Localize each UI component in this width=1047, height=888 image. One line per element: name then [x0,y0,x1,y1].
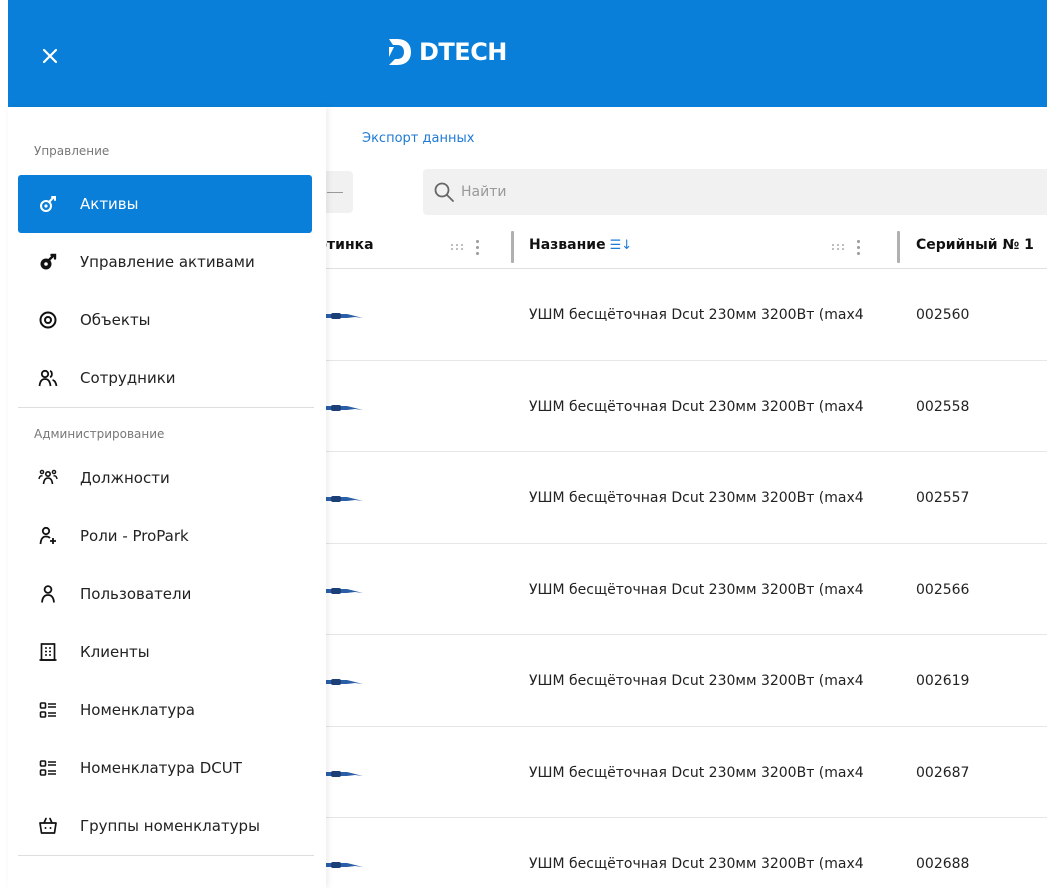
search-bar[interactable] [423,169,1047,215]
brand-name: DTECH [419,38,507,66]
column-name-controls [832,235,860,259]
menu-item-users[interactable]: Пользователи [8,565,326,623]
table-row[interactable]: УШМ бесщёточная Dcut 230мм 3200Вт (max4 … [305,361,1047,452]
grinder-thumbnail-icon [325,587,363,594]
menu-item-nomenclature-dcut[interactable]: Номенклатура DCUT [8,739,326,797]
menu-item-nomenclature[interactable]: Номенклатура [8,681,326,739]
menu-item-label: Должности [80,469,170,487]
dtech-logo-icon [389,39,411,65]
column-name-label: Название [529,237,606,253]
table-row[interactable]: УШМ бесщёточная Dcut 230мм 3200Вт (max4 … [305,727,1047,818]
close-icon [42,48,58,64]
menu-item-asset-management[interactable]: Управление активами [8,233,326,291]
roles-icon [38,526,58,546]
user-icon [38,584,58,604]
column-menu-icon[interactable] [475,239,479,255]
close-menu-button[interactable] [36,42,64,70]
table-row[interactable]: УШМ бесщёточная Dcut 230мм 3200Вт (max4 … [305,818,1047,888]
table-row[interactable]: УШМ бесщёточная Dcut 230мм 3200Вт (max4 … [305,452,1047,544]
section-title-admin: Администрирование [34,427,165,441]
menu-item-assets[interactable]: Активы [18,175,312,233]
employees-icon [38,368,58,388]
menu-item-label: Группы номенклатуры [80,817,260,835]
row-name: УШМ бесщёточная Dcut 230мм 3200Вт (max4 [529,673,864,689]
menu-item-employees[interactable]: Сотрудники [8,349,326,407]
menu-item-label: Пользователи [80,585,192,603]
table-row[interactable]: УШМ бесщёточная Dcut 230мм 3200Вт (max4 … [305,544,1047,635]
row-serial: 002560 [916,307,970,323]
menu-item-label: Номенклатура [80,701,195,719]
building-icon [38,642,58,662]
grinder-thumbnail-icon [325,404,363,411]
brand-logo[interactable]: DTECH [385,34,507,70]
menu-item-label: Клиенты [80,643,150,661]
grinder-thumbnail-icon [325,496,363,502]
menu-item-objects[interactable]: Объекты [8,291,326,349]
menu-item-roles[interactable]: Роли - ProPark [8,507,326,565]
menu-management: Активы Управление активами Объекты Сотру… [8,175,326,407]
row-serial: 002619 [916,673,970,689]
menu-item-label: Активы [80,195,139,213]
basket-icon [38,816,58,836]
table-row[interactable]: УШМ бесщёточная Dcut 230мм 3200Вт (max4 … [305,269,1047,361]
row-serial: 002688 [916,856,970,872]
menu-item-label: Объекты [80,311,151,329]
drag-handle-icon[interactable] [832,243,846,251]
grinder-thumbnail-icon [325,770,363,777]
menu-item-label: Сотрудники [80,369,176,387]
assets-icon [38,194,58,214]
row-serial: 002687 [916,764,970,781]
list-icon [38,700,58,720]
table-row[interactable]: УШМ бесщёточная Dcut 230мм 3200Вт (max4 … [305,635,1047,727]
sort-desc-icon[interactable]: ☰↓ [610,238,633,253]
row-name: УШМ бесщёточная Dcut 230мм 3200Вт (max4 [529,307,864,323]
row-serial: 002566 [916,581,970,598]
section-title-management: Управление [34,144,110,158]
table-header: ртинка Название ☰↓ Серийный № 1 [305,225,1047,269]
menu-divider [18,855,314,856]
row-name: УШМ бесщёточная Dcut 230мм 3200Вт (max4 [529,398,864,415]
column-name[interactable]: Название ☰↓ [529,237,632,253]
column-resizer[interactable] [511,231,514,263]
search-icon [434,182,454,202]
row-serial: 002557 [916,490,970,506]
menu-item-label: Номенклатура DCUT [80,759,242,777]
menu-item-nomenclature-groups[interactable]: Группы номенклатуры [8,797,326,855]
menu-item-label: Управление активами [80,253,255,271]
column-image-controls [451,235,479,259]
grinder-thumbnail-icon [325,679,363,685]
positions-icon [38,468,58,488]
row-name: УШМ бесщёточная Dcut 230мм 3200Вт (max4 [529,490,864,506]
row-serial: 002558 [916,398,970,415]
asset-management-icon [38,252,58,272]
export-data-link[interactable]: Экспорт данных [362,131,474,146]
top-bar: DTECH [8,0,1047,107]
row-name: УШМ бесщёточная Dcut 230мм 3200Вт (max4 [529,764,864,781]
navigation-drawer: Управление Активы Управление активами Об… [8,107,326,888]
column-serial[interactable]: Серийный № 1 [916,237,1034,253]
list-icon [38,758,58,778]
grinder-thumbnail-icon [325,862,363,868]
menu-item-clients[interactable]: Клиенты [8,623,326,681]
column-resizer[interactable] [897,231,900,263]
grinder-thumbnail-icon [325,313,363,319]
row-name: УШМ бесщёточная Dcut 230мм 3200Вт (max4 [529,856,864,872]
drag-handle-icon[interactable] [451,243,465,251]
menu-item-positions[interactable]: Должности [8,449,326,507]
table-body: УШМ бесщёточная Dcut 230мм 3200Вт (max4 … [305,269,1047,888]
row-name: УШМ бесщёточная Dcut 230мм 3200Вт (max4 [529,581,864,598]
column-menu-icon[interactable] [856,239,860,255]
menu-item-label: Роли - ProPark [80,527,189,545]
search-input[interactable] [461,184,861,200]
location-icon [38,310,58,330]
menu-admin: Должности Роли - ProPark Пользователи Кл… [8,449,326,855]
